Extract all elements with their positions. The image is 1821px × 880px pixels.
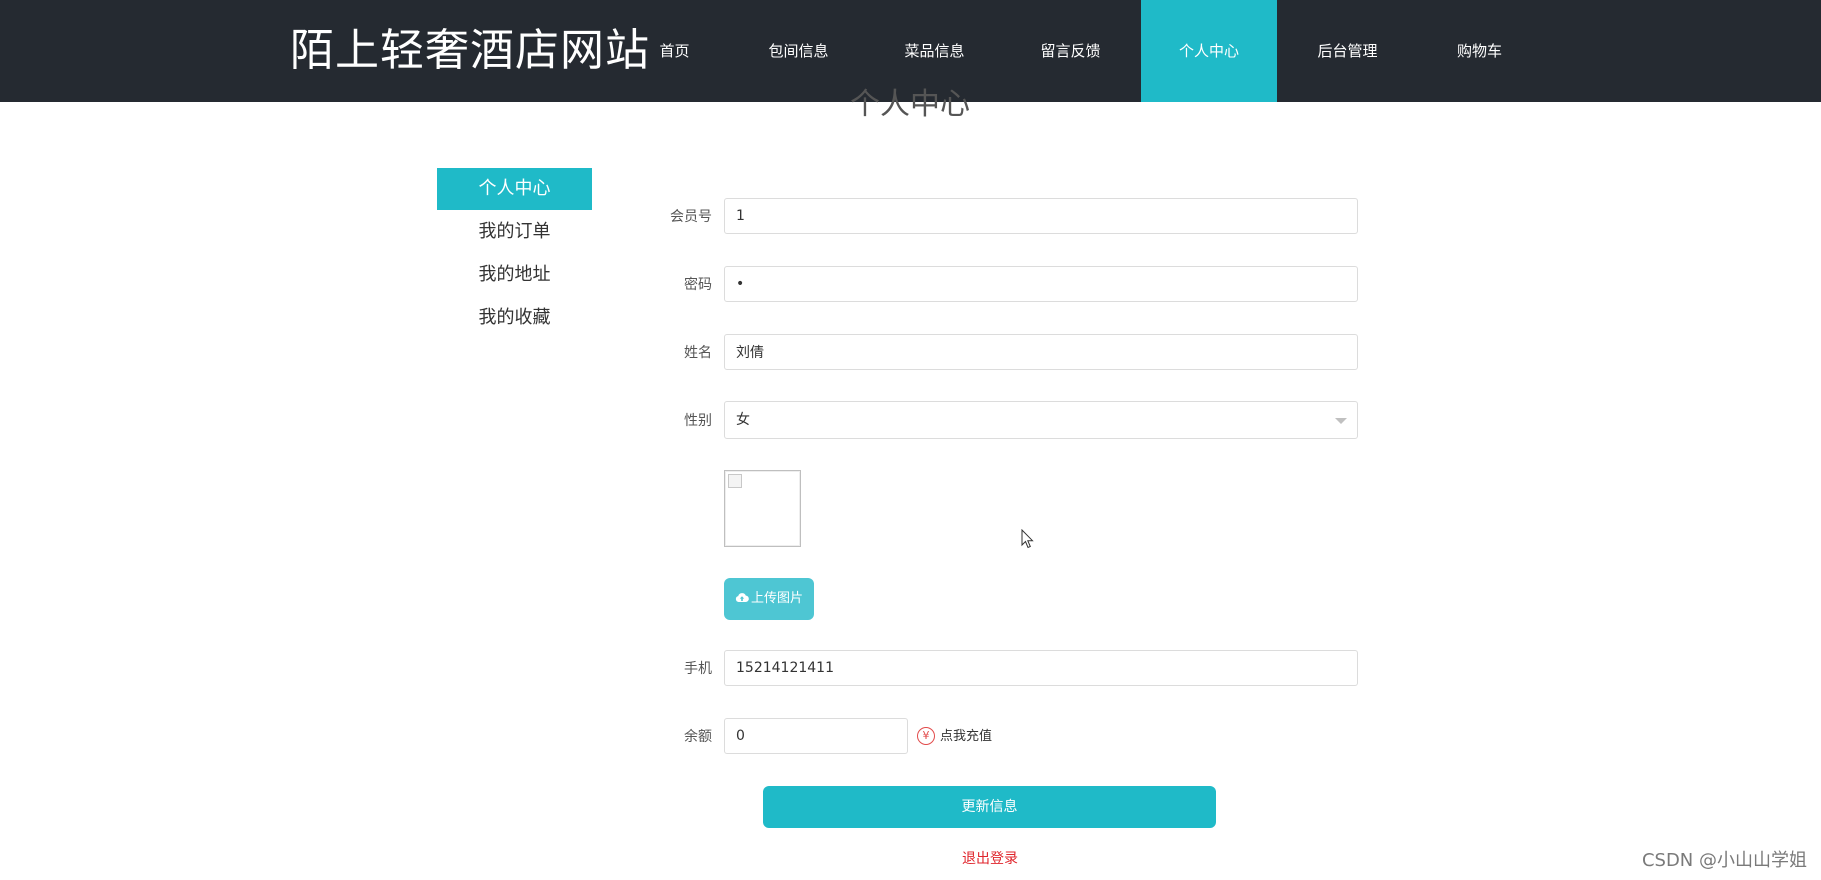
logout-link[interactable]: 退出登录 bbox=[900, 849, 1080, 869]
password-input[interactable] bbox=[724, 266, 1358, 302]
nav-cart[interactable]: 购物车 bbox=[1422, 0, 1537, 102]
sidebar-item-my-address[interactable]: 我的地址 bbox=[437, 254, 592, 296]
sidebar-item-my-orders[interactable]: 我的订单 bbox=[437, 211, 592, 253]
page-title: 个人中心 bbox=[850, 87, 970, 122]
nav-admin[interactable]: 后台管理 bbox=[1290, 0, 1405, 102]
name-label: 姓名 bbox=[684, 345, 712, 361]
chevron-down-icon bbox=[1335, 418, 1347, 424]
balance-label: 余额 bbox=[684, 729, 712, 745]
upload-image-button[interactable]: 上传图片 bbox=[724, 578, 814, 620]
sidebar-item-my-favorites[interactable]: 我的收藏 bbox=[437, 297, 592, 339]
nav-feedback[interactable]: 留言反馈 bbox=[1013, 0, 1128, 102]
sidebar-item-personal-center[interactable]: 个人中心 bbox=[437, 168, 592, 210]
upload-button-label: 上传图片 bbox=[750, 591, 803, 606]
nav-home[interactable]: 首页 bbox=[626, 0, 723, 102]
watermark: CSDN @小山山学姐 bbox=[1641, 850, 1807, 871]
nav-personal-center[interactable]: 个人中心 bbox=[1141, 0, 1277, 102]
avatar-image bbox=[724, 470, 801, 547]
phone-input[interactable] bbox=[724, 650, 1358, 686]
recharge-link[interactable]: 点我充值 bbox=[940, 727, 992, 747]
balance-input[interactable] bbox=[724, 718, 908, 754]
name-input[interactable] bbox=[724, 334, 1358, 370]
member-no-input[interactable] bbox=[724, 198, 1358, 234]
yen-icon[interactable]: ¥ bbox=[917, 727, 935, 745]
gender-select[interactable]: 女 bbox=[724, 401, 1358, 439]
member-no-label: 会员号 bbox=[670, 209, 712, 225]
phone-label: 手机 bbox=[684, 661, 712, 677]
gender-label: 性别 bbox=[684, 413, 712, 429]
gender-selected-value: 女 bbox=[736, 412, 750, 428]
cloud-upload-icon bbox=[735, 593, 749, 603]
update-info-button[interactable]: 更新信息 bbox=[763, 786, 1216, 828]
site-title[interactable]: 陌上轻奢酒店网站 bbox=[290, 22, 650, 80]
password-label: 密码 bbox=[684, 277, 712, 293]
broken-image-icon bbox=[728, 474, 742, 488]
mouse-cursor-icon bbox=[1021, 529, 1034, 549]
